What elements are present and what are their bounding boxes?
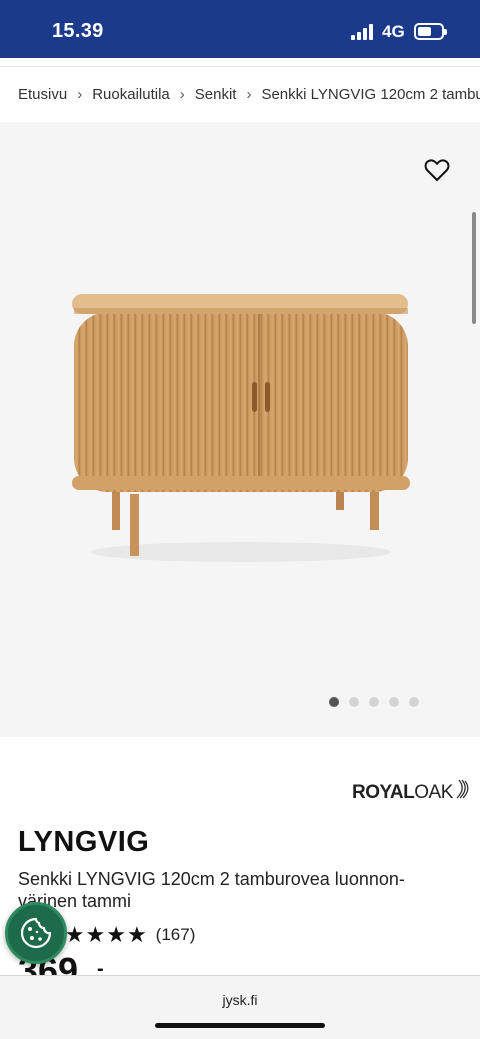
breadcrumb-item-home[interactable]: Etusivu (18, 86, 67, 103)
product-image (72, 294, 410, 562)
battery-icon (414, 23, 447, 40)
url-bar[interactable]: jysk.fi (0, 992, 480, 1008)
star-icon: ★ (126, 922, 147, 947)
browser-bottom-bar: jysk.fi (0, 975, 480, 1039)
gallery-dot[interactable] (409, 697, 419, 707)
gallery-dot[interactable] (369, 697, 379, 707)
royal-oak-mark-icon (456, 779, 469, 799)
gallery-dot[interactable] (389, 697, 399, 707)
star-icon: ★ (64, 922, 85, 947)
gallery-dot[interactable] (329, 697, 339, 707)
breadcrumb-item-current: Senkki LYNGVIG 120cm 2 tamburovea (261, 86, 480, 103)
breadcrumb-item-dining[interactable]: Ruokailutila (92, 86, 170, 103)
rating-count[interactable]: (167) (156, 925, 196, 945)
home-indicator[interactable] (155, 1023, 325, 1028)
breadcrumb: Etusivu › Ruokailutila › Senkit › Senkki… (0, 66, 480, 122)
network-label: 4G (382, 22, 405, 41)
brand-logo-part2: OAK (414, 782, 453, 803)
product-title: LYNGVIG (18, 826, 150, 858)
status-time: 15.39 (52, 20, 104, 42)
scrollbar[interactable] (472, 212, 476, 324)
gallery-pagination[interactable] (329, 697, 419, 707)
breadcrumb-item-sideboards[interactable]: Senkit (195, 86, 237, 103)
chevron-right-icon: › (246, 86, 252, 103)
brand-logo[interactable]: ROYAL OAK (352, 770, 469, 804)
brand-logo-part1: ROYAL (352, 782, 415, 803)
cookie-icon (20, 917, 52, 949)
cookie-settings-button[interactable] (5, 902, 67, 964)
chevron-right-icon: › (179, 86, 185, 103)
signal-icon (351, 24, 375, 40)
heart-icon[interactable] (424, 158, 450, 182)
chevron-right-icon: › (77, 86, 83, 103)
star-icon: ★ (106, 922, 126, 947)
gallery-dot[interactable] (349, 697, 359, 707)
star-icon: ★ (85, 922, 106, 947)
status-bar: 15.39 4G (0, 0, 480, 58)
product-gallery[interactable] (0, 122, 480, 737)
product-description: Senkki LYNGVIG 120cm 2 tamburovea luonno… (18, 869, 405, 911)
